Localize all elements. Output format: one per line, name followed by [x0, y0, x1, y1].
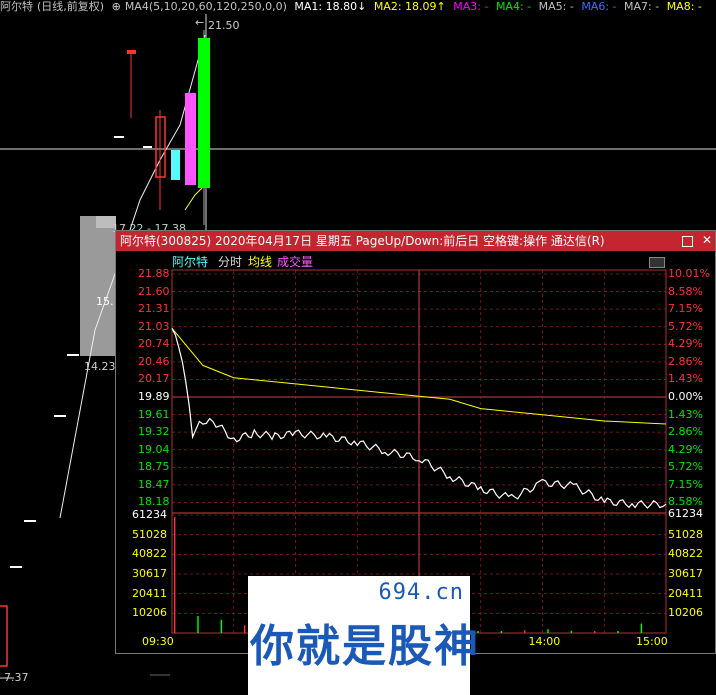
- arrow-icon: ←: [195, 16, 205, 29]
- volume-tick: 51028: [132, 527, 167, 541]
- volume-tick: 61234: [132, 508, 167, 521]
- pct-tick: 4.29%: [668, 442, 703, 456]
- volume-bar: [500, 631, 503, 633]
- price-tick: 20.46: [138, 354, 170, 368]
- pct-tick: 10.01%: [668, 267, 710, 280]
- price-tick: 21.03: [138, 319, 170, 333]
- price-label-14: 14.23: [84, 360, 116, 373]
- low-label: 7.37: [4, 671, 29, 684]
- kline-candle: [171, 150, 180, 180]
- price-tick: 20.74: [138, 337, 170, 351]
- volume-bar: [570, 630, 573, 633]
- kline-candle: [0, 605, 8, 667]
- volume-right-top: 61234: [668, 507, 703, 520]
- price-tick: 19.89: [138, 390, 170, 403]
- price-tick: 19.61: [138, 407, 170, 421]
- time-tick: 09:30: [142, 635, 174, 648]
- time-tick: 14:00: [528, 635, 561, 648]
- pct-tick: 1.43%: [668, 372, 703, 386]
- volume-bar: [197, 616, 199, 633]
- price-tick: 21.88: [138, 267, 170, 280]
- volume-tick-right: 10206: [668, 606, 703, 620]
- price-label-15: 15.: [96, 295, 114, 308]
- ma-line: [59, 329, 96, 519]
- volume-tick: 10206: [132, 606, 167, 620]
- pct-tick: 5.72%: [668, 460, 703, 474]
- volume-bar: [617, 631, 619, 633]
- price-tick: 18.18: [138, 495, 170, 509]
- price-tick: 21.31: [138, 302, 170, 316]
- volume-tick: 20411: [132, 586, 167, 600]
- pct-tick: 7.15%: [668, 302, 703, 316]
- kline-candle: [185, 93, 196, 185]
- volume-bar: [220, 619, 223, 633]
- pct-tick: 2.86%: [668, 425, 703, 439]
- pct-tick: 7.15%: [668, 477, 703, 491]
- volume-bar: [594, 631, 596, 633]
- price-tick: 19.32: [138, 425, 170, 439]
- pct-tick: 1.43%: [668, 407, 703, 421]
- logo-text: 你就是股神: [250, 621, 480, 672]
- pct-tick: 2.86%: [668, 354, 703, 368]
- volume-tick: 40822: [132, 547, 167, 561]
- pct-tick: 5.72%: [668, 319, 703, 333]
- price-tick: 18.75: [138, 460, 170, 474]
- watermark-logo: 694.cn 你就是股神: [248, 576, 478, 695]
- volume-tick-right: 40822: [668, 547, 703, 561]
- ma-line: [184, 184, 206, 211]
- time-tick: 15:00: [636, 635, 668, 648]
- pct-tick: 4.29%: [668, 337, 703, 351]
- volume-bar: [524, 630, 526, 633]
- volume-bar: [174, 517, 176, 633]
- pct-tick: 8.58%: [668, 284, 703, 298]
- volume-tick-right: 20411: [668, 586, 703, 600]
- volume-bar: [640, 623, 643, 633]
- volume-tick-right: 30617: [668, 567, 703, 580]
- price-tick: 21.60: [138, 284, 170, 298]
- volume-tick: 30617: [132, 567, 167, 580]
- price-tick: 19.04: [138, 442, 170, 456]
- high-label: 21.50: [208, 19, 240, 32]
- price-tick: 18.47: [138, 477, 170, 491]
- kline-candle: [198, 38, 210, 188]
- pct-tick: 0.00%: [668, 390, 703, 403]
- volume-bar: [244, 625, 246, 633]
- price-tick: 20.17: [138, 372, 170, 386]
- kline-candle: [127, 50, 136, 54]
- pct-tick: 8.58%: [668, 495, 703, 509]
- logo-domain: 694.cn: [378, 580, 464, 605]
- volume-tick-right: 51028: [668, 527, 703, 541]
- volume-bar: [547, 629, 549, 633]
